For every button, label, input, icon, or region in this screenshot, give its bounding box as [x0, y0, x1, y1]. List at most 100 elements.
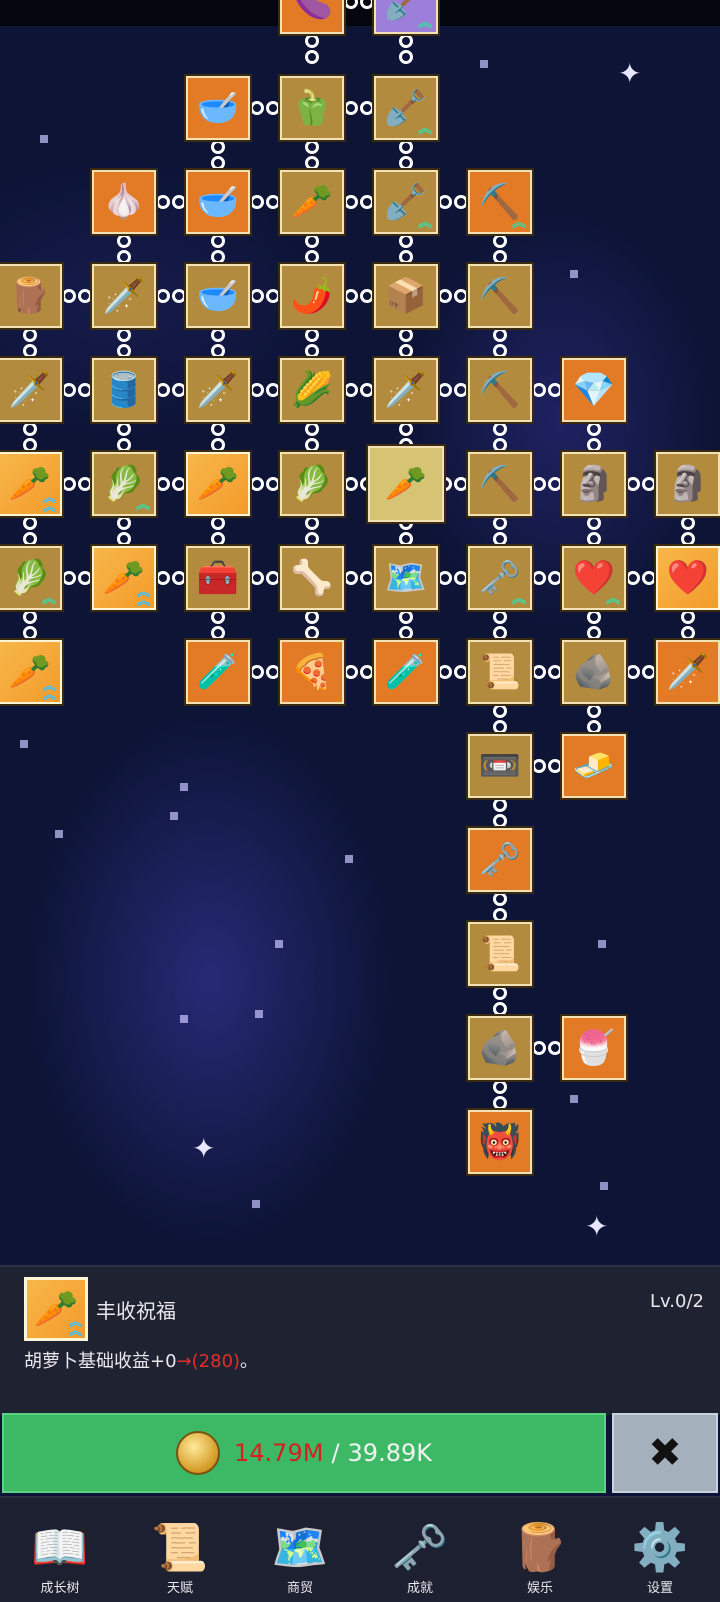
upgrade-button[interactable]: 14.79M / 39.89K: [2, 1413, 606, 1493]
skill-node-icon: 🥣: [196, 182, 240, 222]
skill-node[interactable]: 👹: [468, 1110, 532, 1174]
skill-node[interactable]: 🗡️: [656, 640, 720, 704]
tree-link: [587, 422, 601, 452]
nav-achievement[interactable]: 🗝️ 成就: [360, 1498, 480, 1602]
skill-node[interactable]: 🗺️: [374, 546, 438, 610]
upgrade-arrows-icon: ︽ ︽: [42, 491, 56, 515]
tree-link: [493, 1080, 507, 1110]
tree-link: [626, 571, 656, 585]
skill-node-icon: 🫑: [290, 88, 334, 128]
skill-node[interactable]: 🥬 ︽: [0, 546, 62, 610]
skill-node[interactable]: 🥕: [368, 446, 444, 522]
skill-node[interactable]: 🥕: [280, 170, 344, 234]
skill-node[interactable]: 🫑: [280, 76, 344, 140]
upgrade-arrow-icon: ︽: [418, 15, 432, 31]
skill-node[interactable]: ⛏️ ︽: [468, 170, 532, 234]
upgrade-arrow-icon: ︽: [418, 121, 432, 137]
skill-node[interactable]: 🥣: [186, 264, 250, 328]
skill-node-icon: 🪵: [8, 276, 52, 316]
skill-node-icon: 🧰: [196, 558, 240, 598]
nav-settings[interactable]: ⚙️ 设置: [600, 1498, 720, 1602]
tree-link: [211, 328, 225, 358]
skill-node[interactable]: ⛏️: [468, 452, 532, 516]
skill-node[interactable]: 🧪: [186, 640, 250, 704]
skill-node[interactable]: 📦: [374, 264, 438, 328]
skill-node-icon: 🗝️: [478, 840, 522, 880]
skill-node[interactable]: 🪨: [468, 1016, 532, 1080]
skill-node-icon: 🗡️: [196, 370, 240, 410]
skill-node[interactable]: 🪨: [562, 640, 626, 704]
skill-node[interactable]: 🥣: [186, 170, 250, 234]
skill-node[interactable]: 🗡️: [374, 358, 438, 422]
skill-node[interactable]: 💎: [562, 358, 626, 422]
skill-node[interactable]: 🗿: [656, 452, 720, 516]
nav-settings-label: 设置: [646, 1581, 673, 1596]
skill-node[interactable]: 🌶️: [280, 264, 344, 328]
skill-node[interactable]: 🗡️: [92, 264, 156, 328]
tree-link: [344, 195, 374, 209]
skill-node[interactable]: 🗡️: [0, 358, 62, 422]
skill-node[interactable]: 🪏 ︽: [374, 76, 438, 140]
skill-node[interactable]: 🪏 ︽: [374, 170, 438, 234]
skill-node[interactable]: 🥕: [186, 452, 250, 516]
skill-node-icon: 📜: [478, 652, 522, 692]
skill-node[interactable]: 🗝️: [468, 828, 532, 892]
skill-node[interactable]: ⛏️: [468, 264, 532, 328]
skill-node[interactable]: 🍕: [280, 640, 344, 704]
skill-node[interactable]: 🌽: [280, 358, 344, 422]
skill-node[interactable]: 🥬 ︽: [92, 452, 156, 516]
tree-link: [587, 516, 601, 546]
skill-node[interactable]: ⛏️: [468, 358, 532, 422]
skill-node-icon: 🗿: [666, 464, 710, 504]
nav-growth-tree[interactable]: 📖 成长树: [0, 1498, 120, 1602]
skill-node[interactable]: 🦴: [280, 546, 344, 610]
skill-node[interactable]: 🛢️: [92, 358, 156, 422]
skill-node[interactable]: 🥕 ︽ ︽: [92, 546, 156, 610]
skill-node[interactable]: 🧰: [186, 546, 250, 610]
skill-node[interactable]: 🪏 ︽: [374, 0, 438, 34]
skill-node[interactable]: 📜: [468, 922, 532, 986]
tree-link: [532, 571, 562, 585]
skill-node[interactable]: 🍧: [562, 1016, 626, 1080]
skill-node[interactable]: ❤️ ︽: [562, 546, 626, 610]
upgrade-arrow-icon: ︽: [606, 591, 620, 607]
skill-node[interactable]: 🪵: [0, 264, 62, 328]
tree-link: [305, 34, 319, 64]
skill-node[interactable]: 🗝️ ︽: [468, 546, 532, 610]
tree-link: [344, 289, 374, 303]
tree-link: [62, 383, 92, 397]
skill-node[interactable]: 🥬: [280, 452, 344, 516]
nav-trade[interactable]: 🗺️ 商贸: [240, 1498, 360, 1602]
skill-node-icon: ⛏️: [478, 370, 522, 410]
skill-node[interactable]: 🧄: [92, 170, 156, 234]
tree-link: [156, 571, 186, 585]
skill-node[interactable]: 🧈: [562, 734, 626, 798]
skill-node-icon: 🪨: [572, 652, 616, 692]
close-button[interactable]: ✖: [612, 1413, 718, 1493]
tree-link: [399, 140, 413, 170]
skill-node[interactable]: 📼: [468, 734, 532, 798]
skill-node[interactable]: 📜: [468, 640, 532, 704]
tree-link: [62, 477, 92, 491]
tree-link: [681, 610, 695, 640]
skill-node[interactable]: 🗡️: [186, 358, 250, 422]
tree-link: [117, 234, 131, 264]
growth-tree[interactable]: 🍆 🪏 ︽ 🥣 🫑 🪏 ︽ 🧄 🥣 🥕 🪏 ︽ ⛏️ ︽ 🪵 🗡️ 🥣 🌶️ 📦 ⛏️ 🗡️ 🛢️ 🗡️ 🌽 🗡️ ⛏️ 💎 🥕 ︽ ︽ 🥬…: [0, 0, 720, 1265]
skill-node[interactable]: 🗿: [562, 452, 626, 516]
nav-talent-label: 天赋: [166, 1581, 193, 1596]
skill-node-icon: ⛏️: [478, 276, 522, 316]
skill-node[interactable]: ❤️: [656, 546, 720, 610]
tree-link: [344, 383, 374, 397]
skill-node-icon: 🧄: [102, 182, 146, 222]
desc-arrow: →: [176, 1351, 192, 1372]
nav-talent[interactable]: 📜 天赋: [120, 1498, 240, 1602]
tree-link: [23, 328, 37, 358]
skill-node[interactable]: 🧪: [374, 640, 438, 704]
skill-node[interactable]: 🥕 ︽ ︽: [0, 640, 62, 704]
skill-node[interactable]: 🥣: [186, 76, 250, 140]
nav-entertainment[interactable]: 🪵 娱乐: [480, 1498, 600, 1602]
skill-node-icon: ⛏️: [478, 182, 522, 222]
nav-trade-label: 商贸: [286, 1581, 313, 1596]
skill-node[interactable]: 🥕 ︽ ︽: [0, 452, 62, 516]
skill-node[interactable]: 🍆: [280, 0, 344, 34]
